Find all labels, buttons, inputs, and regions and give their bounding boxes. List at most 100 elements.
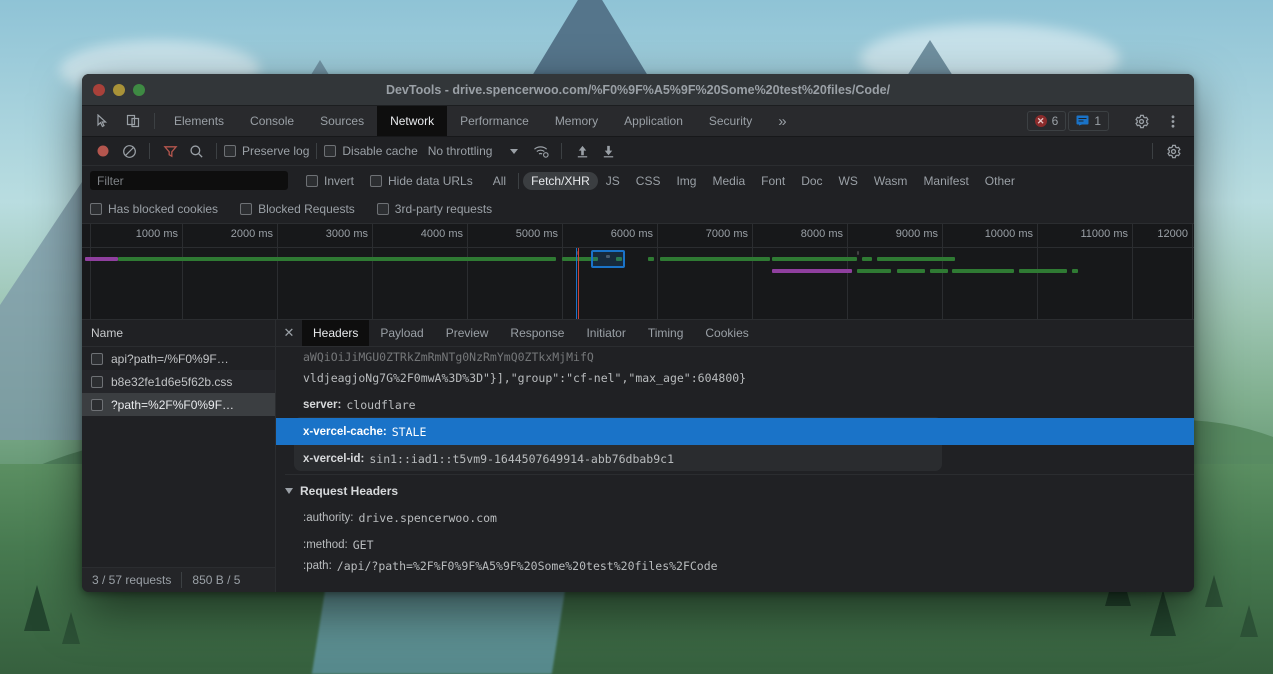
filter-bar: Invert Hide data URLs All Fetch/XHR JS C… — [82, 166, 1194, 195]
header-key: :path: — [303, 560, 332, 572]
window-controls[interactable] — [82, 84, 145, 96]
header-line-path[interactable]: :path: /api/?path=%2F%F0%9F%A5%9F%20Some… — [276, 558, 1194, 574]
request-headers-section-title[interactable]: Request Headers — [276, 477, 1194, 504]
headers-content[interactable]: aWQiOiJiMGU0ZTRkZmRmNTg0NzRmYmQ0ZTkxMjMi… — [276, 347, 1194, 592]
device-toolbar-icon[interactable] — [118, 106, 148, 136]
table-row[interactable]: ?path=%2F%F0%9F… — [82, 393, 275, 416]
chevron-down-icon — [510, 149, 518, 154]
tick-label: 12000 — [1157, 228, 1188, 240]
disable-cache-checkbox[interactable]: Disable cache — [324, 144, 417, 158]
clear-network-log-icon[interactable] — [116, 138, 142, 164]
header-line-method[interactable]: :method: GET — [276, 531, 1194, 558]
table-row[interactable]: api?path=/%F0%9F… — [82, 347, 275, 370]
error-icon: ✕ — [1035, 115, 1047, 127]
filter-type-wasm[interactable]: Wasm — [866, 172, 916, 190]
invert-checkbox[interactable]: Invert — [306, 174, 354, 188]
more-tabs-button[interactable]: » — [765, 106, 799, 136]
overview-bar — [930, 269, 948, 273]
filter-type-js[interactable]: JS — [598, 172, 628, 190]
preserve-log-checkbox[interactable]: Preserve log — [224, 144, 309, 158]
checkbox-box[interactable] — [240, 203, 252, 215]
tree-shape — [1205, 575, 1223, 607]
kebab-menu-icon[interactable] — [1158, 114, 1188, 129]
header-line-authority[interactable]: :authority: drive.spencerwoo.com — [276, 504, 1194, 531]
tab-response[interactable]: Response — [499, 320, 575, 346]
request-list-header[interactable]: Name — [82, 320, 275, 347]
funnel-filter-icon[interactable] — [157, 138, 183, 164]
column-header-name: Name — [91, 326, 123, 340]
filter-input[interactable] — [90, 171, 288, 190]
has-blocked-cookies-label: Has blocked cookies — [108, 202, 218, 216]
checkbox-box[interactable] — [377, 203, 389, 215]
wifi-settings-icon[interactable] — [528, 138, 554, 164]
checkbox-box[interactable] — [306, 175, 318, 187]
search-icon[interactable] — [183, 138, 209, 164]
toolbar-divider — [149, 143, 150, 159]
header-line[interactable]: vldjeagjoNg7G%2F0mwA%3D%3D"}],"group":"c… — [276, 364, 1194, 391]
download-har-icon[interactable] — [595, 138, 621, 164]
filter-type-font[interactable]: Font — [753, 172, 793, 190]
overview-bar — [660, 257, 770, 261]
close-panel-icon[interactable]: ✕ — [276, 320, 302, 346]
tab-security[interactable]: Security — [696, 106, 765, 136]
request-name: b8e32fe1d6e5f62b.css — [111, 375, 232, 389]
hide-data-urls-checkbox[interactable]: Hide data URLs — [370, 174, 473, 188]
has-blocked-cookies-checkbox[interactable]: Has blocked cookies — [90, 202, 218, 216]
filter-type-all[interactable]: All — [485, 172, 514, 190]
filter-type-ws[interactable]: WS — [831, 172, 866, 190]
tab-performance[interactable]: Performance — [447, 106, 542, 136]
tab-preview[interactable]: Preview — [435, 320, 500, 346]
close-button[interactable] — [93, 84, 105, 96]
checkbox-box[interactable] — [370, 175, 382, 187]
tab-timing[interactable]: Timing — [637, 320, 695, 346]
inspect-element-icon[interactable] — [88, 106, 118, 136]
gear-icon[interactable] — [1126, 114, 1156, 129]
network-settings-gear-icon[interactable] — [1160, 138, 1186, 164]
record-button-icon[interactable] — [90, 138, 116, 164]
overview-selection-box[interactable] — [591, 250, 625, 268]
tab-payload[interactable]: Payload — [369, 320, 434, 346]
request-name: ?path=%2F%F0%9F… — [111, 398, 234, 412]
tab-cookies[interactable]: Cookies — [694, 320, 759, 346]
tab-application[interactable]: Application — [611, 106, 696, 136]
filter-type-doc[interactable]: Doc — [793, 172, 830, 190]
tab-sources[interactable]: Sources — [307, 106, 377, 136]
overview-bar — [85, 257, 118, 261]
filter-type-manifest[interactable]: Manifest — [915, 172, 976, 190]
message-count-badge[interactable]: 1 — [1068, 111, 1109, 131]
error-count-badge[interactable]: ✕ 6 — [1027, 111, 1067, 131]
zoom-button[interactable] — [133, 84, 145, 96]
tab-headers[interactable]: Headers — [302, 320, 369, 346]
network-overview-timeline[interactable]: 1000 ms 2000 ms 3000 ms 4000 ms 5000 ms … — [82, 224, 1194, 320]
header-line-x-vercel-id[interactable]: x-vercel-id: sin1::iad1::t5vm9-164450764… — [276, 445, 1194, 472]
tab-elements[interactable]: Elements — [161, 106, 237, 136]
filter-type-other[interactable]: Other — [977, 172, 1023, 190]
upload-har-icon[interactable] — [569, 138, 595, 164]
filter-type-css[interactable]: CSS — [628, 172, 669, 190]
request-type-icon — [91, 399, 103, 411]
checkbox-box[interactable] — [324, 145, 336, 157]
minimize-button[interactable] — [113, 84, 125, 96]
throttling-value: No throttling — [428, 144, 493, 158]
filter-type-media[interactable]: Media — [704, 172, 753, 190]
toolbar-divider — [154, 113, 155, 129]
header-line-x-vercel-cache[interactable]: x-vercel-cache: STALE — [276, 418, 1194, 445]
third-party-requests-checkbox[interactable]: 3rd-party requests — [377, 202, 492, 216]
tab-memory[interactable]: Memory — [542, 106, 611, 136]
header-line-server[interactable]: server: cloudflare — [276, 391, 1194, 418]
tab-console[interactable]: Console — [237, 106, 307, 136]
tree-shape — [62, 612, 80, 644]
blocked-requests-checkbox[interactable]: Blocked Requests — [240, 202, 355, 216]
header-value: cloudflare — [346, 398, 415, 412]
header-value: drive.spencerwoo.com — [359, 511, 497, 525]
checkbox-box[interactable] — [224, 145, 236, 157]
throttling-select[interactable]: No throttling — [428, 144, 519, 158]
checkbox-box[interactable] — [90, 203, 102, 215]
tab-initiator[interactable]: Initiator — [575, 320, 636, 346]
tree-shape — [1240, 605, 1258, 637]
filter-type-img[interactable]: Img — [668, 172, 704, 190]
filter-type-fetch-xhr[interactable]: Fetch/XHR — [523, 172, 598, 190]
tab-network[interactable]: Network — [377, 106, 447, 136]
table-row[interactable]: b8e32fe1d6e5f62b.css — [82, 370, 275, 393]
window-titlebar[interactable]: DevTools - drive.spencerwoo.com/%F0%9F%A… — [82, 74, 1194, 106]
